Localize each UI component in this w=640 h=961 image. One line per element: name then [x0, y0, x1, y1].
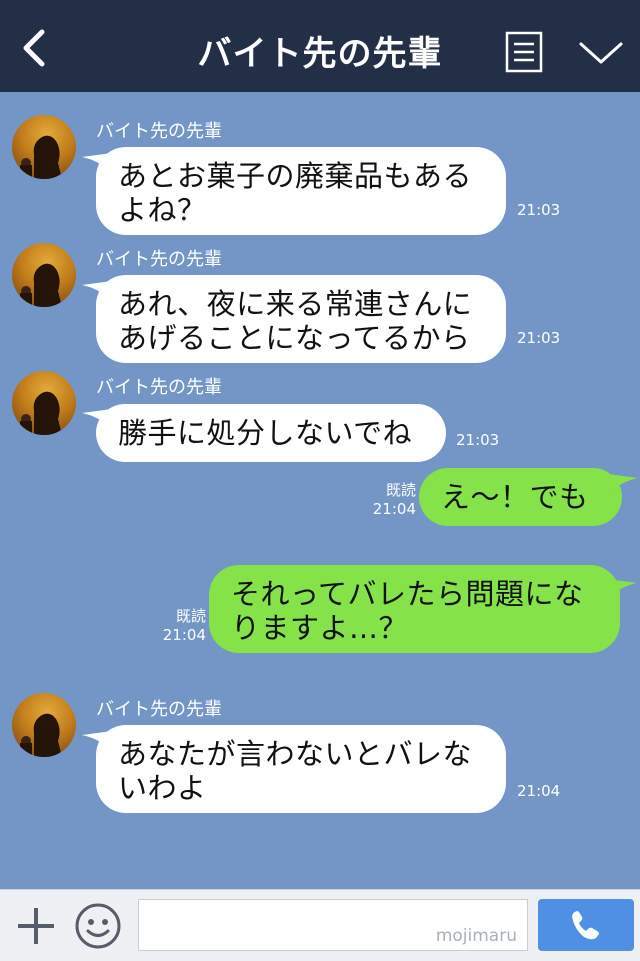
notes-icon[interactable]	[505, 31, 543, 73]
message-line: いわよ	[118, 771, 207, 805]
avatar[interactable]	[12, 371, 76, 435]
message-received: バイト先の先輩 勝手に処分しないでね 21:03	[0, 371, 640, 466]
avatar[interactable]	[12, 243, 76, 307]
message-time: 21:04	[162, 626, 206, 644]
message-bubble[interactable]: え〜！でも	[419, 468, 622, 526]
message-line: あげることになってるから	[118, 321, 471, 355]
sender-name: バイト先の先輩	[96, 699, 222, 720]
message-bubble[interactable]: それってバレたら問題にな りますよ…？	[209, 565, 620, 653]
phone-icon	[572, 911, 599, 940]
message-line: あれ、夜に来る常連さんに	[118, 287, 473, 321]
avatar[interactable]	[12, 693, 76, 757]
message-line: 勝手に処分しないでね	[118, 416, 413, 450]
message-received: バイト先の先輩 あとお菓子の廃棄品もある よね？ 21:03	[0, 115, 640, 240]
sender-name: バイト先の先輩	[96, 249, 222, 270]
sender-name: バイト先の先輩	[96, 377, 222, 398]
bubble-tail	[607, 579, 637, 597]
read-receipt: 既読 21:04	[372, 481, 416, 519]
message-line: あとお菓子の廃棄品もある	[118, 159, 473, 193]
message-bubble[interactable]: 勝手に処分しないでね	[96, 404, 446, 462]
message-time: 21:03	[517, 329, 561, 347]
message-bubble[interactable]: あとお菓子の廃棄品もある よね？	[96, 147, 506, 235]
message-input[interactable]: mojimaru	[138, 899, 528, 951]
composer-bar: mojimaru	[0, 889, 640, 961]
message-time: 21:03	[456, 431, 500, 449]
chat-title: バイト先の先輩	[197, 34, 443, 74]
message-sent: 既読 21:04 それってバレたら問題にな りますよ…？	[0, 563, 640, 655]
message-line: よね？	[118, 193, 207, 227]
message-bubble[interactable]: あれ、夜に来る常連さんに あげることになってるから	[96, 275, 506, 363]
read-receipt: 既読 21:04	[162, 607, 206, 645]
message-time: 21:03	[517, 201, 561, 219]
message-line: りますよ…？	[231, 611, 409, 645]
message-time: 21:04	[372, 500, 416, 518]
sender-name: バイト先の先輩	[96, 121, 222, 142]
plus-icon[interactable]	[16, 906, 56, 946]
message-sent: 既読 21:04 え〜！でも	[0, 465, 640, 527]
message-received: バイト先の先輩 あなたが言わないとバレな いわよ 21:04	[0, 693, 640, 818]
call-button[interactable]	[538, 899, 634, 951]
bubble-tail	[608, 474, 638, 492]
read-label: 既読	[175, 607, 206, 625]
avatar[interactable]	[12, 115, 76, 179]
read-label: 既読	[385, 481, 416, 499]
emoji-icon[interactable]	[74, 902, 122, 950]
chat-header: バイト先の先輩	[0, 0, 640, 92]
message-line: それってバレたら問題にな	[231, 577, 584, 611]
watermark-text: mojimaru	[435, 926, 517, 946]
message-received: バイト先の先輩 あれ、夜に来る常連さんに あげることになってるから 21:03	[0, 243, 640, 368]
message-time: 21:04	[517, 782, 561, 800]
chevron-down-icon[interactable]	[578, 38, 624, 68]
message-line: え〜！でも	[441, 480, 589, 514]
message-bubble[interactable]: あなたが言わないとバレな いわよ	[96, 725, 506, 813]
message-line: あなたが言わないとバレな	[118, 737, 473, 771]
